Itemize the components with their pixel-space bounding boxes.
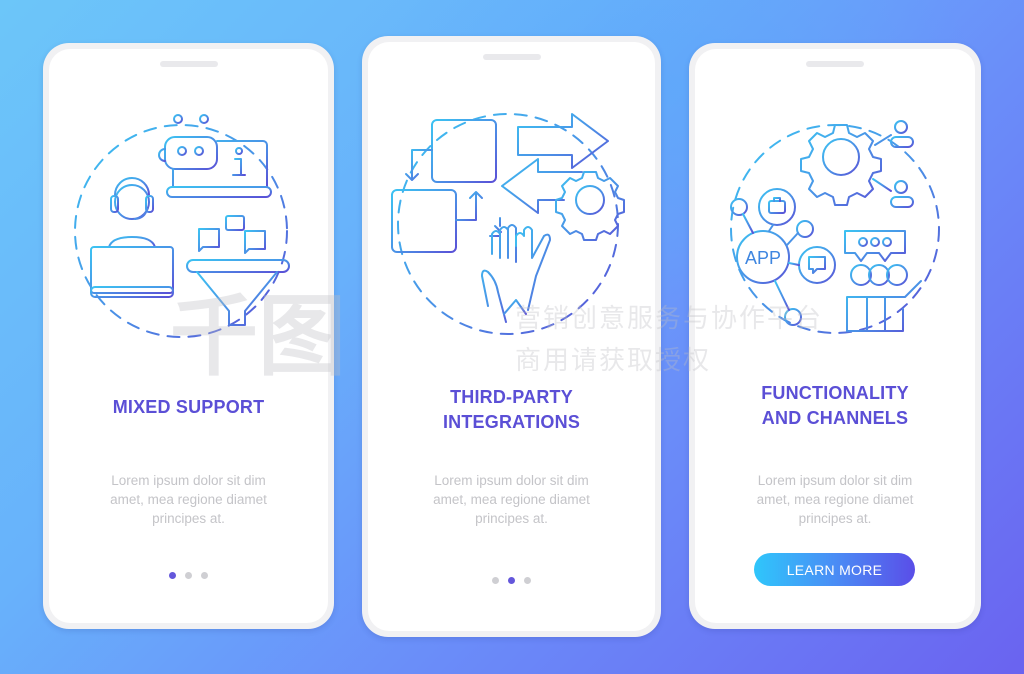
description-line: principes at.: [152, 511, 225, 526]
page-dot-3[interactable]: [201, 572, 208, 579]
title-line: FUNCTIONALITY: [761, 383, 909, 403]
page-dot-2-active[interactable]: [508, 577, 515, 584]
page-indicator: [368, 577, 655, 584]
screen-description: Lorem ipsum dolor sit dim amet, mea regi…: [49, 471, 328, 528]
screen-title: FUNCTIONALITY AND CHANNELS: [695, 381, 975, 431]
description-line: Lorem ipsum dolor sit dim: [111, 473, 266, 488]
description-line: principes at.: [798, 511, 872, 526]
screen-title: MIXED SUPPORT: [112, 397, 265, 417]
screen-description: Lorem ipsum dolor sit dim amet, mea regi…: [368, 471, 655, 528]
phone-screen: APP FUNCTIONALITY AND CHANNELS Lorem ips…: [695, 49, 975, 623]
page-dot-1[interactable]: [492, 577, 499, 584]
title-line: THIRD-PARTY: [450, 387, 573, 407]
learn-more-button[interactable]: LEARN MORE: [754, 553, 915, 586]
page-indicator: [49, 572, 328, 579]
description-line: amet, mea regione diamet: [756, 492, 914, 507]
description-line: amet, mea regione diamet: [433, 492, 590, 507]
title-line: INTEGRATIONS: [442, 412, 581, 432]
onboarding-screen-third-party-integrations: THIRD-PARTY INTEGRATIONS Lorem ipsum dol…: [362, 36, 661, 637]
app-label-icon: APP: [745, 248, 781, 268]
phone-screen: THIRD-PARTY INTEGRATIONS Lorem ipsum dol…: [368, 42, 655, 631]
onboarding-screen-functionality-channels: APP FUNCTIONALITY AND CHANNELS Lorem ips…: [689, 43, 981, 629]
phone-screen: MIXED SUPPORT Lorem ipsum dolor sit dim …: [49, 49, 328, 623]
title-line: AND CHANNELS: [761, 408, 909, 428]
page-dot-1-active[interactable]: [169, 572, 176, 579]
description-line: principes at.: [475, 511, 548, 526]
app-network-gear-team-icon: APP: [730, 120, 940, 334]
support-agent-chatbot-funnel-icon: [74, 114, 290, 338]
description-line: Lorem ipsum dolor sit dim: [757, 473, 913, 488]
screen-description: Lorem ipsum dolor sit dim amet, mea regi…: [695, 471, 975, 528]
screen-title: THIRD-PARTY INTEGRATIONS: [368, 385, 655, 435]
onboarding-screen-mixed-support: MIXED SUPPORT Lorem ipsum dolor sit dim …: [43, 43, 334, 629]
description-line: amet, mea regione diamet: [110, 492, 267, 507]
page-dot-3[interactable]: [524, 577, 531, 584]
page-dot-2[interactable]: [185, 572, 192, 579]
windows-arrows-gear-high-five-icon: [391, 113, 625, 335]
description-line: Lorem ipsum dolor sit dim: [434, 473, 589, 488]
